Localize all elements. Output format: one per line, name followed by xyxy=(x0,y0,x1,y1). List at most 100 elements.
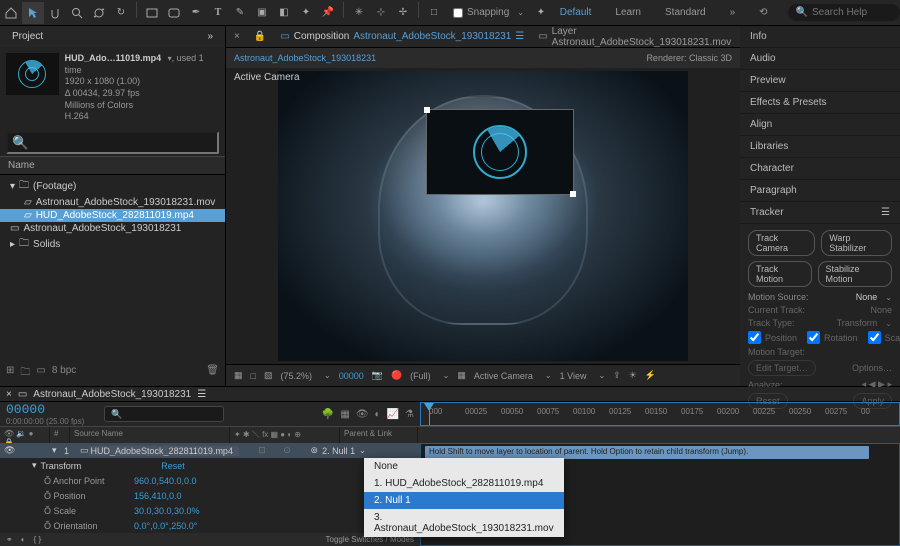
panel-paragraph[interactable]: Paragraph xyxy=(740,180,900,202)
close-timeline-tab-icon[interactable]: × xyxy=(6,389,12,400)
axis-world-icon[interactable]: ⊹ xyxy=(370,2,392,24)
rotate-tool[interactable]: ↻ xyxy=(110,2,132,24)
tree-item[interactable]: ▱ Astronaut_AdobeStock_193018231.mov xyxy=(0,196,225,209)
snapping-toggle[interactable]: Snapping ⌄ xyxy=(453,7,524,18)
snap-collision-icon[interactable]: ✦ xyxy=(530,2,552,24)
views-count[interactable]: 1 View xyxy=(560,371,587,381)
snap-box-icon[interactable]: □ xyxy=(423,2,445,24)
fast-preview-icon[interactable]: ⚡ xyxy=(645,370,656,381)
interpret-footage-icon[interactable]: ⊞ xyxy=(6,365,14,382)
workspace-standard[interactable]: Standard xyxy=(659,3,712,22)
home-tool[interactable] xyxy=(0,2,22,24)
tree-item[interactable]: ▸ 🗀 Solids xyxy=(0,235,225,254)
panel-info[interactable]: Info xyxy=(740,26,900,48)
property-row[interactable]: Ŏ Anchor Point960.0,540.0,0.0⊚ xyxy=(0,473,420,488)
zoom-readout[interactable]: (75.2%) xyxy=(280,371,312,381)
tree-item[interactable]: ▭ Astronaut_AdobeStock_193018231 xyxy=(0,222,225,235)
frame-blend-icon[interactable]: ⚭ xyxy=(6,535,13,544)
viewer-frame[interactable] xyxy=(278,71,688,361)
warp-stabilizer-button[interactable]: Warp Stabilizer xyxy=(821,230,892,256)
zoom-tool[interactable] xyxy=(66,2,88,24)
property-row[interactable]: Ŏ Position156,410,0.0⊚ xyxy=(0,488,420,503)
tree-item[interactable]: ▱ HUD_AdobeStock_282811019.mp4 xyxy=(0,209,225,222)
hud-overlay[interactable] xyxy=(426,109,574,195)
roundrect-tool[interactable] xyxy=(163,2,185,24)
type-tool[interactable]: T xyxy=(207,2,229,24)
project-name-header[interactable]: Name xyxy=(0,156,225,175)
position-check[interactable] xyxy=(748,331,761,344)
reset-workspace-icon[interactable]: ⟲ xyxy=(753,3,773,22)
property-row[interactable]: Ŏ Scale30.0,30.0,30.0%⊚ xyxy=(0,503,420,518)
property-value[interactable]: 156,410,0.0 xyxy=(134,491,182,501)
workspace-learn[interactable]: Learn xyxy=(609,3,647,22)
axis-view-icon[interactable]: ✢ xyxy=(392,2,414,24)
menu-item-2[interactable]: 2. Null 1 xyxy=(364,492,564,509)
brainstorm-icon[interactable]: ⚗ xyxy=(405,409,414,420)
exposure-icon[interactable]: ☀ xyxy=(629,370,637,381)
project-panel-tab[interactable]: Project » xyxy=(0,26,225,47)
resolution-select[interactable]: (Full) xyxy=(410,371,431,381)
layer-name[interactable]: HUD_AdobeStock_282811019.mp4 xyxy=(89,446,239,456)
stabilize-motion-button[interactable]: Stabilize Motion xyxy=(818,261,892,287)
menu-item-none[interactable]: None xyxy=(364,458,564,475)
track-motion-button[interactable]: Track Motion xyxy=(748,261,812,287)
workspace-default[interactable]: Default xyxy=(554,3,598,22)
mask-icon[interactable]: ▧ xyxy=(264,370,273,381)
twirl-icon[interactable]: ▾ xyxy=(52,445,64,456)
timeline-tab[interactable]: Astronaut_AdobeStock_193018231 xyxy=(33,389,191,400)
timeline-ruler[interactable]: 0000002500050000750010000125001500017500… xyxy=(420,402,900,426)
track-camera-button[interactable]: Track Camera xyxy=(748,230,815,256)
channels-icon[interactable]: 🔴 xyxy=(391,370,402,381)
edit-target-button[interactable]: Edit Target… xyxy=(748,360,816,376)
grid-icon[interactable]: ▦ xyxy=(457,370,466,381)
layer-tab[interactable]: ▭ Layer Astronaut_AdobeStock_193018231.m… xyxy=(538,26,732,48)
tree-item[interactable]: ▾ 🗀 (Footage) xyxy=(0,177,225,196)
folder-icon[interactable]: 🗀 xyxy=(20,365,30,382)
timeline-search[interactable] xyxy=(104,406,224,422)
rect-tool[interactable] xyxy=(141,2,163,24)
workspace-overflow[interactable]: » xyxy=(724,3,742,22)
pen-tool[interactable]: ✒ xyxy=(185,2,207,24)
asset-thumbnail[interactable] xyxy=(6,53,59,95)
panel-align[interactable]: Align xyxy=(740,114,900,136)
visibility-toggle[interactable]: 👁 xyxy=(4,445,18,456)
draft3d-icon[interactable]: ▦ xyxy=(340,409,349,420)
share-icon[interactable]: ⇪ xyxy=(613,370,621,381)
panel-preview[interactable]: Preview xyxy=(740,70,900,92)
motion-blur-icon[interactable]: ◐ xyxy=(21,535,26,544)
hand-tool[interactable] xyxy=(44,2,66,24)
panel-tracker[interactable]: Tracker☰ xyxy=(740,202,900,224)
current-timecode[interactable]: 00000 xyxy=(6,402,84,417)
help-search-input[interactable] xyxy=(812,7,892,18)
pickwhip-icon[interactable]: ⊚ xyxy=(311,445,319,456)
rotation-check[interactable] xyxy=(807,331,820,344)
orbit-tool[interactable] xyxy=(88,2,110,24)
help-search[interactable]: 🔍 xyxy=(788,4,900,21)
roto-tool[interactable]: ✦ xyxy=(295,2,317,24)
alpha-toggle-icon[interactable]: ▦ xyxy=(234,370,243,381)
trash-icon[interactable]: 🗑 xyxy=(206,365,219,382)
brush-tool[interactable]: ✎ xyxy=(229,2,251,24)
scale-check[interactable] xyxy=(868,331,881,344)
reset-link[interactable]: Reset xyxy=(161,461,185,471)
comp-flowchart-icon[interactable]: 🌳 xyxy=(322,409,334,420)
timeline-tab-menu-icon[interactable]: ☰ xyxy=(197,389,206,400)
panel-character[interactable]: Character xyxy=(740,158,900,180)
panel-menu-icon[interactable]: » xyxy=(207,31,213,42)
axis-local-icon[interactable]: ✳ xyxy=(348,2,370,24)
timecode-viewer[interactable]: 00000 xyxy=(339,371,364,381)
panel-audio[interactable]: Audio xyxy=(740,48,900,70)
renderer-select[interactable]: Classic 3D xyxy=(689,53,732,63)
snapshot-icon[interactable]: 📷 xyxy=(372,370,383,381)
comp-breadcrumb[interactable]: Astronaut_AdobeStock_193018231 xyxy=(234,53,376,63)
graph-icon[interactable]: 📈 xyxy=(387,409,399,420)
view-select[interactable]: Active Camera xyxy=(474,371,533,381)
selection-tool[interactable] xyxy=(22,2,44,24)
project-search-input[interactable] xyxy=(6,131,219,154)
bpc-toggle[interactable]: 8 bpc xyxy=(52,365,76,382)
eraser-tool[interactable]: ◧ xyxy=(273,2,295,24)
panel-effects-presets[interactable]: Effects & Presets xyxy=(740,92,900,114)
composition-tab[interactable]: ▭ Composition Astronaut_AdobeStock_19301… xyxy=(280,31,524,42)
clone-tool[interactable]: ▣ xyxy=(251,2,273,24)
brainstorm-footer-icon[interactable]: { } xyxy=(34,535,42,544)
